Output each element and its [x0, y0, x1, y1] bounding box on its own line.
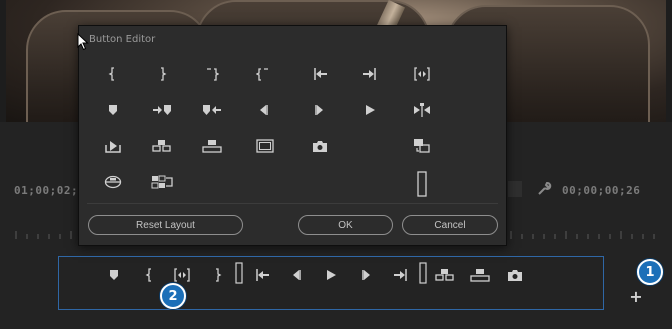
play-around-icon[interactable] — [408, 97, 436, 123]
add-marker-icon[interactable] — [103, 265, 125, 285]
wrench-icon[interactable] — [536, 181, 552, 197]
dialog-separator — [87, 203, 498, 204]
export-frame-icon[interactable] — [504, 265, 526, 285]
transport-controls-bar — [58, 256, 604, 310]
mark-out-icon[interactable] — [206, 265, 228, 285]
go-to-in-icon[interactable] — [251, 265, 273, 285]
comparison-view-icon[interactable] — [99, 169, 127, 195]
step-back-icon[interactable] — [285, 265, 307, 285]
mark-clip-icon[interactable] — [171, 265, 193, 285]
button-editor-add-button[interactable]: + — [628, 287, 644, 306]
play-in-to-out-icon[interactable] — [99, 133, 127, 159]
play-stop-icon[interactable] — [356, 97, 384, 123]
button-editor-dialog: Button Editor Reset Layout OK Cancel — [78, 25, 507, 246]
mouse-cursor-icon — [77, 33, 89, 51]
go-to-out-icon[interactable] — [390, 265, 412, 285]
mark-in-icon[interactable] — [139, 265, 161, 285]
loop-playback-icon[interactable] — [408, 133, 436, 159]
go-to-in-icon[interactable] — [306, 61, 334, 87]
mark-out-brace-icon[interactable] — [148, 61, 176, 87]
multi-camera-icon[interactable] — [148, 169, 176, 195]
export-frame-icon[interactable] — [306, 133, 334, 159]
callout-badge-1: 1 — [637, 259, 663, 285]
safe-margins-icon[interactable] — [251, 133, 279, 159]
spacer-icon[interactable] — [228, 260, 250, 286]
add-marker-icon[interactable] — [99, 97, 127, 123]
overwrite-icon[interactable] — [469, 265, 491, 285]
fit-dropdown-fragment[interactable] — [508, 181, 522, 197]
spacer-icon[interactable] — [412, 260, 434, 286]
callout-badge-2: 2 — [160, 283, 186, 309]
play-icon[interactable] — [320, 265, 342, 285]
step-forward-icon[interactable] — [306, 97, 334, 123]
go-to-out-icon[interactable] — [356, 61, 384, 87]
duration-timecode: 00;00;00;26 — [562, 184, 641, 197]
reset-layout-button[interactable]: Reset Layout — [88, 215, 243, 235]
step-forward-icon[interactable] — [356, 265, 378, 285]
step-back-icon[interactable] — [249, 97, 277, 123]
clear-out-icon[interactable] — [249, 61, 277, 87]
mark-in-brace-icon[interactable] — [99, 61, 127, 87]
mark-clip-icon[interactable] — [408, 61, 436, 87]
go-to-next-marker-icon[interactable] — [148, 97, 176, 123]
spacer-icon[interactable] — [408, 169, 436, 199]
insert-icon[interactable] — [434, 265, 456, 285]
clear-in-icon[interactable] — [198, 61, 226, 87]
overwrite-icon[interactable] — [198, 133, 226, 159]
insert-icon[interactable] — [148, 133, 176, 159]
dialog-title: Button Editor — [89, 34, 156, 45]
ok-button[interactable]: OK — [298, 215, 393, 235]
cancel-button[interactable]: Cancel — [402, 215, 498, 235]
go-to-previous-marker-icon[interactable] — [198, 97, 226, 123]
playhead-timecode[interactable]: 01;00;02;0 — [14, 184, 85, 197]
